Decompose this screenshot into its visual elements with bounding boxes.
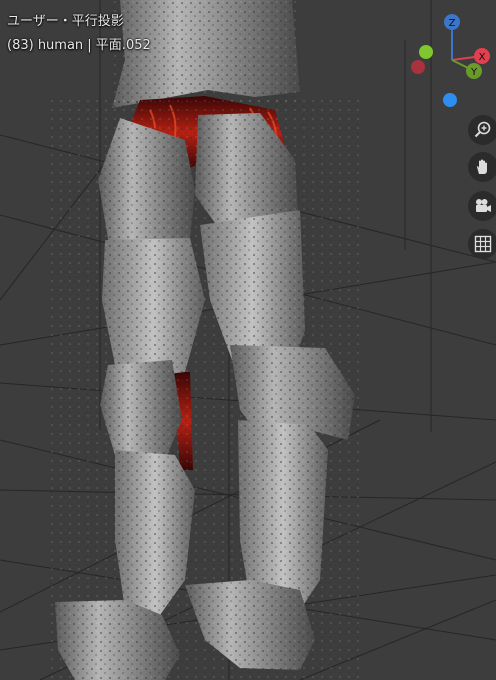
gizmo-y-label: Y — [470, 67, 478, 78]
grid-icon — [474, 235, 492, 253]
gizmo-neg-y-icon[interactable] — [419, 45, 433, 59]
perspective-toggle-button[interactable] — [468, 229, 496, 259]
magnifier-plus-icon — [474, 121, 491, 138]
hand-icon — [477, 159, 487, 174]
view-name-label: ユーザー・平行投影 — [7, 14, 124, 29]
camera-icon — [476, 199, 491, 212]
upper-body-texture — [112, 0, 302, 108]
gizmo-z-label: Z — [449, 18, 456, 29]
object-info-label: (83) human | 平面.052 — [7, 38, 151, 53]
gizmo-x-label: X — [479, 52, 486, 63]
camera-view-button[interactable] — [468, 191, 496, 221]
armor-model[interactable] — [50, 0, 360, 680]
armor-texture — [50, 100, 360, 680]
pan-button[interactable] — [468, 152, 496, 182]
zoom-button[interactable] — [468, 115, 496, 145]
gizmo-neg-z-icon[interactable] — [443, 93, 457, 107]
3d-viewport[interactable]: Z X Y — [0, 0, 496, 680]
gizmo-neg-x-icon[interactable] — [411, 60, 425, 74]
